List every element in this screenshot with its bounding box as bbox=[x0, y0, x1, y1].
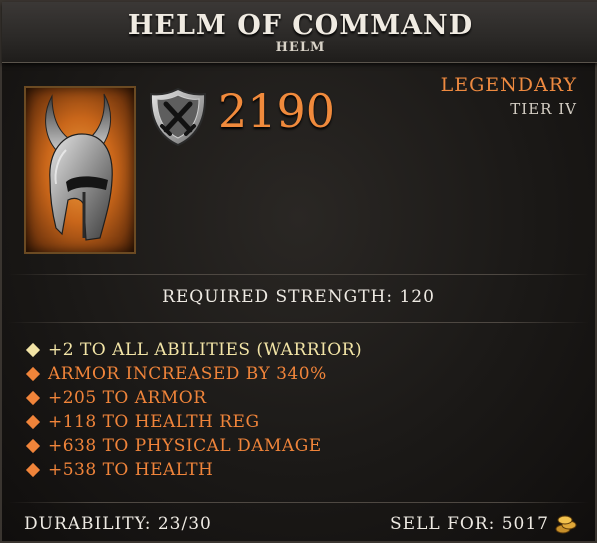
diamond-bullet-icon bbox=[25, 462, 41, 478]
item-type: HELM bbox=[275, 40, 326, 55]
attribute-text: +2 TO ALL ABILITIES (WARRIOR) bbox=[48, 340, 363, 360]
tooltip-header: HELM OF COMMAND HELM bbox=[2, 2, 597, 63]
divider bbox=[8, 274, 589, 275]
attribute-list: +2 TO ALL ABILITIES (WARRIOR) ARMOR INCR… bbox=[25, 338, 363, 482]
item-tooltip: HELM OF COMMAND HELM 2190 LEGENDARY TIER… bbox=[0, 0, 597, 543]
tier-label: TIER IV bbox=[510, 100, 577, 118]
attribute-row: +2 TO ALL ABILITIES (WARRIOR) bbox=[25, 338, 363, 362]
diamond-bullet-icon bbox=[25, 366, 41, 382]
attribute-row: +205 TO ARMOR bbox=[25, 386, 362, 410]
attribute-text: +118 TO HEALTH REG bbox=[48, 412, 260, 432]
divider bbox=[8, 322, 589, 323]
attribute-row: +118 TO HEALTH REG bbox=[25, 410, 362, 434]
horned-helm-image bbox=[45, 93, 113, 241]
item-name: HELM OF COMMAND bbox=[127, 10, 474, 41]
armor-value: 2190 bbox=[218, 84, 336, 138]
item-portrait bbox=[24, 86, 136, 254]
diamond-bullet-icon bbox=[25, 438, 41, 454]
required-strength: REQUIRED STRENGTH: 120 bbox=[162, 287, 435, 307]
durability-label: DURABILITY: 23/30 bbox=[24, 514, 212, 534]
diamond-bullet-icon bbox=[25, 414, 41, 430]
shield-crossed-swords-icon bbox=[149, 87, 207, 147]
attribute-text: +638 TO PHYSICAL DAMAGE bbox=[48, 436, 322, 456]
attribute-row: ARMOR INCREASED BY 340% bbox=[25, 362, 362, 386]
attribute-row: +538 TO HEALTH bbox=[25, 458, 362, 482]
attribute-text: +538 TO HEALTH bbox=[48, 460, 214, 480]
attribute-text: ARMOR INCREASED BY 340% bbox=[48, 364, 327, 384]
sell-price-label: SELL FOR: 5017 bbox=[390, 514, 549, 534]
rarity-label: LEGENDARY bbox=[440, 74, 577, 96]
divider bbox=[8, 502, 589, 503]
diamond-bullet-icon bbox=[25, 390, 41, 406]
attribute-row: +638 TO PHYSICAL DAMAGE bbox=[25, 434, 362, 458]
attribute-text: +205 TO ARMOR bbox=[48, 388, 207, 408]
diamond-bullet-icon bbox=[25, 342, 41, 358]
sell-price: SELL FOR: 5017 bbox=[390, 514, 577, 534]
gold-coins-icon bbox=[555, 515, 577, 534]
